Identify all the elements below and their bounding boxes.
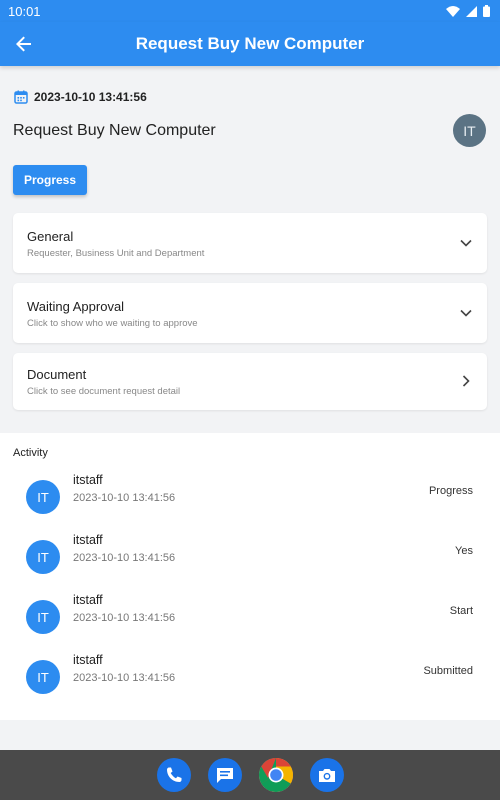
section-title: General bbox=[27, 229, 74, 244]
battery-icon bbox=[483, 5, 490, 17]
chrome-icon[interactable] bbox=[258, 758, 293, 792]
avatar: IT bbox=[26, 540, 60, 574]
activity-item: IT itstaff 2023-10-10 13:41:56 Yes bbox=[0, 533, 500, 600]
status-icons bbox=[446, 5, 490, 17]
activity-time: 2023-10-10 13:41:56 bbox=[73, 492, 176, 504]
section-title: Document bbox=[27, 367, 87, 382]
chevron-right-icon bbox=[459, 374, 473, 388]
arrow-back-icon bbox=[16, 36, 31, 52]
signal-icon bbox=[466, 5, 477, 17]
progress-button[interactable]: Progress bbox=[13, 165, 87, 195]
activity-header: Activity bbox=[13, 447, 48, 459]
avatar: IT bbox=[26, 660, 60, 694]
section-subtitle: Requester, Business Unit and Department bbox=[27, 248, 205, 259]
chevron-down-icon bbox=[459, 306, 473, 320]
section-card-waiting-approval[interactable]: Waiting Approval Click to show who we wa… bbox=[13, 283, 487, 343]
avatar: IT bbox=[26, 480, 60, 514]
activity-user: itstaff bbox=[73, 533, 103, 547]
status-bar: 10:01 bbox=[0, 0, 500, 22]
app-bar-title: Request Buy New Computer bbox=[135, 34, 365, 53]
calendar-icon bbox=[14, 90, 28, 104]
activity-item: IT itstaff 2023-10-10 13:41:56 Start bbox=[0, 593, 500, 660]
phone-icon[interactable] bbox=[156, 758, 191, 792]
avatar: IT bbox=[453, 114, 486, 147]
avatar: IT bbox=[26, 600, 60, 634]
activity-status: Yes bbox=[455, 545, 473, 557]
activity-status: Submitted bbox=[423, 665, 473, 677]
section-card-general[interactable]: General Requester, Business Unit and Dep… bbox=[13, 213, 487, 273]
activity-panel: Activity IT itstaff 2023-10-10 13:41:56 … bbox=[0, 433, 500, 720]
activity-item: IT itstaff 2023-10-10 13:41:56 Progress bbox=[0, 473, 500, 540]
app-bar: Request Buy New Computer bbox=[0, 22, 500, 66]
section-subtitle: Click to see document request detail bbox=[27, 386, 181, 397]
camera-icon[interactable] bbox=[309, 758, 344, 792]
request-date: 2023-10-10 13:41:56 bbox=[34, 90, 147, 104]
section-card-document[interactable]: Document Click to see document request d… bbox=[13, 353, 487, 410]
request-date-row: 2023-10-10 13:41:56 bbox=[14, 90, 147, 104]
app-dock bbox=[0, 750, 500, 800]
activity-user: itstaff bbox=[73, 593, 103, 607]
main-content: 2023-10-10 13:41:56 Request Buy New Comp… bbox=[0, 66, 500, 750]
activity-status: Progress bbox=[428, 485, 473, 497]
section-title: Waiting Approval bbox=[27, 299, 125, 314]
activity-time: 2023-10-10 13:41:56 bbox=[73, 552, 176, 564]
messages-icon[interactable] bbox=[207, 758, 242, 792]
activity-user: itstaff bbox=[73, 653, 103, 667]
activity-time: 2023-10-10 13:41:56 bbox=[73, 612, 176, 624]
status-time: 10:01 bbox=[8, 3, 41, 19]
chevron-down-icon bbox=[459, 236, 473, 250]
section-subtitle: Click to show who we waiting to approve bbox=[27, 318, 198, 329]
activity-time: 2023-10-10 13:41:56 bbox=[73, 672, 176, 684]
activity-user: itstaff bbox=[73, 473, 103, 487]
activity-status: Start bbox=[449, 605, 473, 617]
activity-item: IT itstaff 2023-10-10 13:41:56 Submitted bbox=[0, 653, 500, 720]
back-button[interactable] bbox=[10, 30, 38, 58]
wifi-icon bbox=[446, 5, 460, 17]
request-title: Request Buy New Computer bbox=[13, 122, 216, 139]
